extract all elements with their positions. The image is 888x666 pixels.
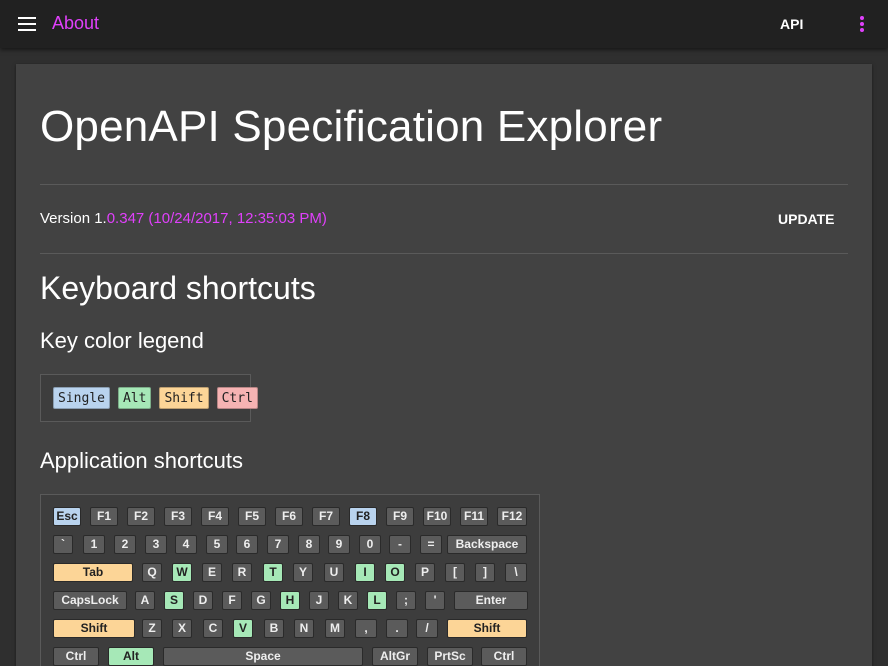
key-n[interactable]: N <box>294 619 314 638</box>
key-1[interactable]: 1 <box>83 535 105 554</box>
key-f[interactable]: F <box>222 591 242 610</box>
legend-shift: Shift <box>159 387 209 409</box>
key-s[interactable]: S <box>164 591 184 610</box>
api-button[interactable]: API <box>780 16 803 32</box>
key-2[interactable]: 2 <box>114 535 136 554</box>
key-f1[interactable]: F1 <box>90 507 118 526</box>
key-prtsc[interactable]: PrtSc <box>427 647 473 666</box>
key-f10[interactable]: F10 <box>423 507 451 526</box>
key-backspace[interactable]: Backspace <box>447 535 527 554</box>
key-f9[interactable]: F9 <box>386 507 414 526</box>
keyboard-shortcuts-heading: Keyboard shortcuts <box>40 270 316 306</box>
version-detail: 0.347 (10/24/2017, 12:35:03 PM) <box>106 210 327 227</box>
key-t[interactable]: T <box>263 563 283 582</box>
key-h[interactable]: H <box>280 591 300 610</box>
key-g[interactable]: G <box>251 591 271 610</box>
key-f7[interactable]: F7 <box>312 507 340 526</box>
key-symbol[interactable]: ; <box>396 591 416 610</box>
key-3[interactable]: 3 <box>145 535 167 554</box>
key-symbol[interactable]: - <box>389 535 411 554</box>
key-q[interactable]: Q <box>142 563 162 582</box>
key-r[interactable]: R <box>232 563 252 582</box>
key-altgr[interactable]: AltGr <box>372 647 418 666</box>
key-9[interactable]: 9 <box>328 535 350 554</box>
key-y[interactable]: Y <box>293 563 313 582</box>
key-symbol[interactable]: ` <box>53 535 73 554</box>
key-f4[interactable]: F4 <box>201 507 229 526</box>
key-u[interactable]: U <box>324 563 344 582</box>
key-symbol[interactable]: , <box>355 619 377 638</box>
legend-alt: Alt <box>117 387 152 409</box>
key-e[interactable]: E <box>202 563 222 582</box>
key-symbol[interactable]: \ <box>505 563 527 582</box>
legend-heading: Key color legend <box>40 328 204 353</box>
version-text: Version 1.0.347 (10/24/2017, 12:35:03 PM… <box>40 210 327 227</box>
key-7[interactable]: 7 <box>267 535 289 554</box>
app-toolbar: About API <box>0 0 888 48</box>
key-enter[interactable]: Enter <box>454 591 528 610</box>
key-symbol[interactable]: . <box>386 619 408 638</box>
key-f2[interactable]: F2 <box>127 507 155 526</box>
key-shift[interactable]: Shift <box>447 619 527 638</box>
key-b[interactable]: B <box>264 619 284 638</box>
key-f5[interactable]: F5 <box>238 507 266 526</box>
legend-ctrl: Ctrl <box>216 387 258 409</box>
key-ctrl[interactable]: Ctrl <box>481 647 527 666</box>
key-5[interactable]: 5 <box>206 535 228 554</box>
key-symbol[interactable]: = <box>420 535 442 554</box>
keyboard-layout: Esc F1 F2 F3 F4 F5 F6 F7 F8 F9 F10 F11 F12 ` 1 2 3 4 5 6 7 8 9… <box>40 494 540 666</box>
version-prefix: Version 1. <box>40 210 107 227</box>
key-space[interactable]: Space <box>163 647 363 666</box>
key-symbol[interactable]: ] <box>475 563 495 582</box>
update-button[interactable]: UPDATE <box>778 211 835 227</box>
key-symbol[interactable]: [ <box>445 563 465 582</box>
key-alt[interactable]: Alt <box>108 647 154 666</box>
key-shift[interactable]: Shift <box>53 619 135 638</box>
key-x[interactable]: X <box>172 619 192 638</box>
key-k[interactable]: K <box>338 591 358 610</box>
key-l[interactable]: L <box>367 591 387 610</box>
page-title: OpenAPI Specification Explorer <box>40 102 663 151</box>
title-divider <box>40 184 848 185</box>
key-capslock[interactable]: CapsLock <box>53 591 127 610</box>
key-w[interactable]: W <box>172 563 192 582</box>
key-f8[interactable]: F8 <box>349 507 377 526</box>
key-z[interactable]: Z <box>142 619 162 638</box>
key-m[interactable]: M <box>325 619 345 638</box>
key-esc[interactable]: Esc <box>53 507 81 526</box>
hamburger-menu-icon[interactable] <box>16 14 38 34</box>
key-f12[interactable]: F12 <box>497 507 527 526</box>
key-symbol[interactable]: ' <box>425 591 445 610</box>
key-v[interactable]: V <box>233 619 253 638</box>
key-f6[interactable]: F6 <box>275 507 303 526</box>
more-options-icon[interactable] <box>856 14 868 34</box>
key-4[interactable]: 4 <box>175 535 197 554</box>
key-o[interactable]: O <box>385 563 405 582</box>
legend-single: Single <box>53 387 110 409</box>
key-f3[interactable]: F3 <box>164 507 192 526</box>
key-tab[interactable]: Tab <box>53 563 133 582</box>
key-6[interactable]: 6 <box>236 535 258 554</box>
main-card: OpenAPI Specification Explorer Version 1… <box>16 64 872 666</box>
key-j[interactable]: J <box>309 591 329 610</box>
key-a[interactable]: A <box>135 591 155 610</box>
key-f11[interactable]: F11 <box>460 507 488 526</box>
app-title: About <box>52 13 100 33</box>
key-0[interactable]: 0 <box>359 535 381 554</box>
key-color-legend: Single Alt Shift Ctrl <box>40 374 258 422</box>
key-p[interactable]: P <box>415 563 435 582</box>
key-symbol[interactable]: / <box>416 619 438 638</box>
key-8[interactable]: 8 <box>298 535 320 554</box>
key-c[interactable]: C <box>203 619 223 638</box>
key-i[interactable]: I <box>355 563 375 582</box>
version-divider <box>40 253 848 254</box>
key-d[interactable]: D <box>193 591 213 610</box>
application-shortcuts-heading: Application shortcuts <box>40 448 243 473</box>
key-ctrl[interactable]: Ctrl <box>53 647 99 666</box>
